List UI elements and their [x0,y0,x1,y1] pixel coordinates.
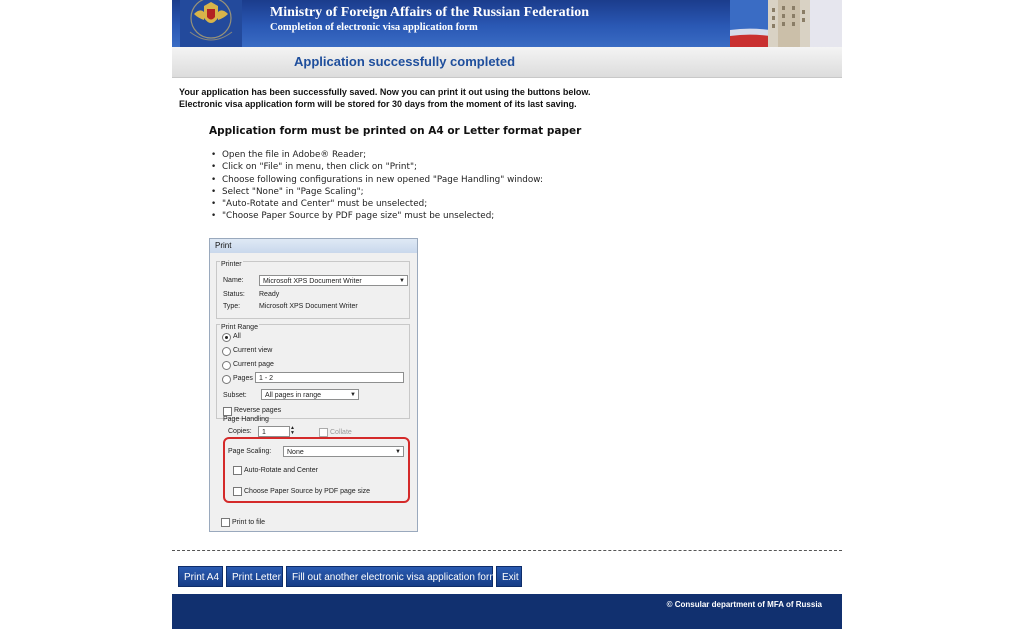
radio-current-view-label: Current view [233,347,273,354]
page-title-bar: Application successfully completed [172,47,842,78]
page: Ministry of Foreign Affairs of the Russi… [172,0,842,629]
reverse-pages-label: Reverse pages [234,407,282,414]
radio-current-page [222,361,231,370]
instructions-list: Open the file in Adobe® Reader; Click on… [209,149,543,223]
reverse-pages-checkbox [223,407,232,416]
printer-name-value: Microsoft XPS Document Writer [263,278,362,285]
success-message-line: Your application has been successfully s… [179,87,591,97]
pages-field: 1 - 2 [255,372,404,383]
list-item: Open the file in Adobe® Reader; [209,149,543,162]
type-label: Type: [223,303,241,310]
ministry-crest-icon [180,0,242,47]
print-range-label: Print Range [220,324,259,331]
radio-current-page-label: Current page [233,361,274,368]
radio-all [222,333,231,342]
exit-button[interactable]: Exit [496,566,522,587]
list-item: "Auto-Rotate and Center" must be unselec… [209,198,543,211]
radio-pages [222,375,231,384]
copies-label: Copies: [228,428,252,435]
dialog-caption: Print [210,239,417,253]
page-handling-label: Page Handling [223,416,269,423]
print-to-file-checkbox [221,518,230,527]
header-banner: Ministry of Foreign Affairs of the Russi… [172,0,842,47]
print-a4-button[interactable]: Print A4 [178,566,223,587]
highlight-box [223,437,410,503]
collate-checkbox [319,428,328,437]
chevron-down-icon: ▼ [350,392,356,398]
chevron-down-icon: ▼ [399,278,405,284]
print-letter-button[interactable]: Print Letter [226,566,283,587]
moscow-building-flag-icon [730,0,842,47]
subset-label: Subset: [223,392,247,399]
printer-group-label: Printer [220,261,243,268]
status-label: Status: [223,291,245,298]
copies-field: 1 [258,426,290,437]
print-to-file-label: Print to file [232,519,266,526]
divider [172,550,842,551]
printer-name-select: Microsoft XPS Document Writer ▼ [259,275,408,286]
footer: © Consular department of MFA of Russia [172,594,842,629]
list-item: Choose following configurations in new o… [209,174,543,187]
name-label: Name: [223,277,244,284]
list-item: "Choose Paper Source by PDF page size" m… [209,210,543,223]
fill-another-application-button[interactable]: Fill out another electronic visa applica… [286,566,498,587]
spin-arrows-icon: ▲ ▼ [290,425,295,436]
printer-group: Printer Name: Microsoft XPS Document Wri… [216,261,410,319]
subset-value: All pages in range [265,392,322,399]
print-range-group: Print Range All Current view Current pag… [216,324,410,419]
success-message: Your application has been successfully s… [179,86,591,110]
footer-copyright: © Consular department of MFA of Russia [666,600,822,609]
radio-current-view [222,347,231,356]
header-subtitle: Completion of electronic visa applicatio… [270,22,478,33]
print-dialog-screenshot: Print Printer Name: Microsoft XPS Docume… [209,238,418,532]
page-title: Application successfully completed [294,54,516,69]
type-value: Microsoft XPS Document Writer [259,303,358,310]
radio-pages-label: Pages [233,375,253,382]
list-item: Select "None" in "Page Scaling"; [209,186,543,199]
header-title: Ministry of Foreign Affairs of the Russi… [270,5,589,20]
collate-label: Collate [330,429,352,436]
subset-select: All pages in range ▼ [261,389,359,400]
list-item: Click on "File" in menu, then click on "… [209,161,543,174]
storage-message-line: Electronic visa application form will be… [179,99,577,109]
radio-all-label: All [233,333,241,340]
status-value: Ready [259,291,280,298]
instructions-heading: Application form must be printed on A4 o… [209,125,582,137]
